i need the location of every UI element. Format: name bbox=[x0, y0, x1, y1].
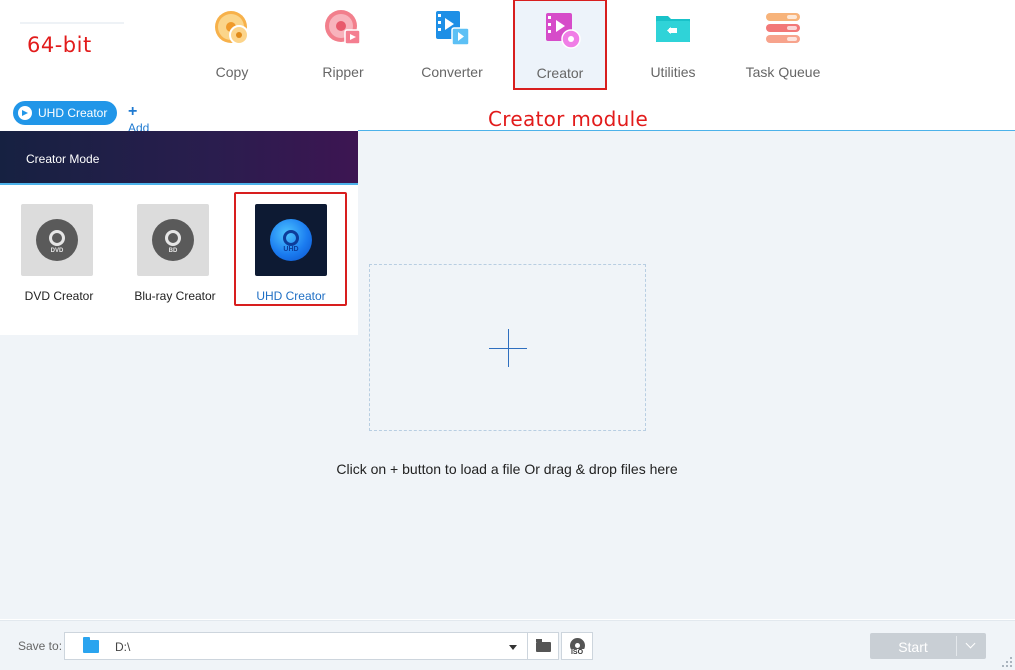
toolbar-label-task-queue: Task Queue bbox=[745, 64, 821, 80]
bottom-bar: Save to: D:\ ISO Start bbox=[0, 620, 1015, 670]
uhd-selection-highlight bbox=[234, 192, 347, 306]
toolbar-label-creator: Creator bbox=[536, 65, 584, 81]
app-logo bbox=[20, 0, 130, 28]
utilities-folder-icon bbox=[653, 8, 693, 48]
resize-grip-icon[interactable] bbox=[1002, 657, 1012, 667]
toolbar-label-copy: Copy bbox=[215, 64, 249, 80]
toolbar-item-creator[interactable]: Creator bbox=[513, 0, 607, 90]
drop-hint-text: Click on + button to load a file Or drag… bbox=[336, 461, 678, 477]
dvd-disc-icon: DVD bbox=[36, 219, 78, 261]
start-options-chevron-icon[interactable] bbox=[965, 638, 976, 649]
start-button[interactable]: Start bbox=[870, 633, 986, 659]
toolbar-label-converter: Converter bbox=[421, 64, 483, 80]
converter-film-icon bbox=[432, 8, 472, 48]
toolbar-item-utilities[interactable]: Utilities bbox=[623, 0, 723, 90]
plus-icon: + bbox=[128, 103, 138, 120]
creator-mode-header: Creator Mode bbox=[0, 131, 358, 185]
copy-disc-icon bbox=[212, 8, 252, 48]
browse-folder-button[interactable] bbox=[527, 632, 559, 660]
task-queue-list-icon bbox=[763, 8, 803, 48]
creator-mode-title: Creator Mode bbox=[26, 152, 100, 166]
toolbar-item-converter[interactable]: Converter bbox=[402, 0, 502, 90]
dvd-thumbnail: DVD bbox=[21, 204, 93, 276]
toolbar-item-ripper[interactable]: Ripper bbox=[293, 0, 393, 90]
start-label: Start bbox=[898, 639, 928, 655]
toolbar-item-copy[interactable]: Copy bbox=[182, 0, 282, 90]
open-folder-icon bbox=[536, 639, 551, 652]
module-annotation: Creator module bbox=[488, 107, 649, 131]
bluray-disc-icon: BD bbox=[152, 219, 194, 261]
folder-icon bbox=[83, 637, 99, 653]
bluray-creator-label: Blu-ray Creator bbox=[134, 289, 216, 303]
tab-uhd-creator-label: UHD Creator bbox=[38, 106, 108, 120]
save-to-label: Save to: bbox=[18, 639, 63, 653]
tab-uhd-creator[interactable]: UHD Creator bbox=[13, 101, 117, 125]
toolbar-label-utilities: Utilities bbox=[650, 64, 696, 80]
toolbar-item-task-queue[interactable]: Task Queue bbox=[733, 0, 833, 90]
toolbar-label-ripper: Ripper bbox=[322, 64, 364, 80]
add-tab-button[interactable]: +Add bbox=[128, 103, 149, 135]
ripper-disc-icon bbox=[323, 8, 363, 48]
chevron-down-icon[interactable] bbox=[509, 645, 517, 650]
save-path-value: D:\ bbox=[115, 640, 131, 654]
creator-film-disc-icon bbox=[542, 10, 582, 50]
file-drop-zone[interactable] bbox=[369, 264, 646, 431]
play-circle-icon bbox=[18, 106, 32, 120]
bit-annotation: 64-bit bbox=[27, 33, 92, 57]
dvd-creator-option[interactable]: DVD DVD Creator bbox=[4, 204, 114, 304]
bluray-thumbnail: BD bbox=[137, 204, 209, 276]
save-path-select[interactable]: D:\ bbox=[64, 632, 528, 660]
dvd-creator-label: DVD Creator bbox=[24, 289, 94, 303]
iso-label: ISO bbox=[566, 649, 588, 657]
top-toolbar: 64-bit Copy Ripper Converter Creator Uti… bbox=[0, 0, 1015, 135]
bluray-creator-option[interactable]: BD Blu-ray Creator bbox=[120, 204, 230, 304]
save-as-iso-button[interactable]: ISO bbox=[561, 632, 593, 660]
